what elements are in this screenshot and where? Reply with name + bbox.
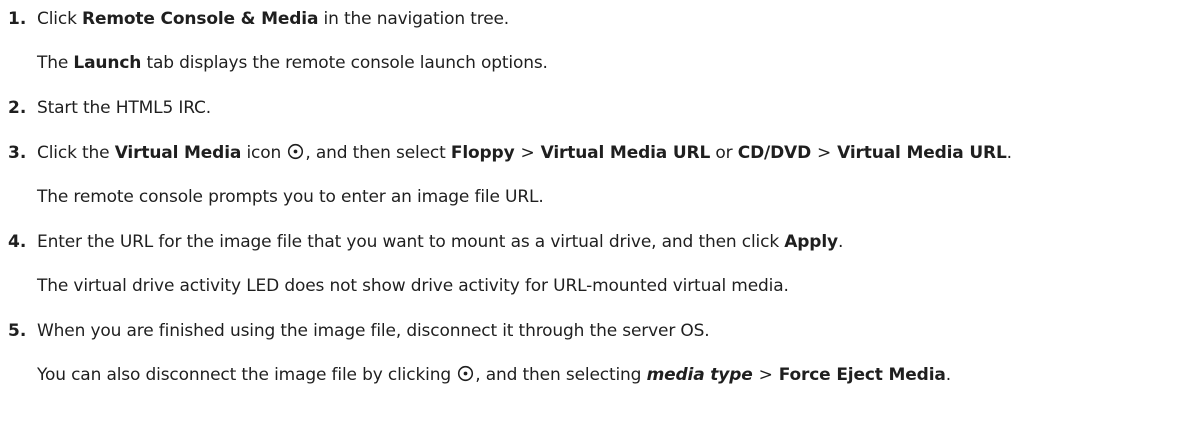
text-run: Enter the URL for the image file that yo… [37, 232, 785, 252]
ui-term-virtual-media-url: Virtual Media URL [837, 143, 1007, 163]
menu-separator: > [758, 365, 773, 385]
step-text: Enter the URL for the image file that yo… [37, 231, 843, 253]
step-note-text: You can also disconnect the image file b… [37, 364, 951, 386]
step-number: 5. [8, 321, 27, 341]
ui-term-media-type: media type [646, 365, 753, 385]
procedure-document: 1. Click Remote Console & Media in the n… [0, 0, 1193, 441]
step-text: Click the Virtual Media icon , and then … [37, 142, 1012, 164]
text-run: Click the [37, 143, 115, 163]
virtual-media-icon [288, 143, 304, 160]
text-run: , and then selecting [475, 365, 647, 385]
step-text: Start the HTML5 IRC. [37, 97, 211, 119]
ui-term-apply: Apply [784, 232, 838, 252]
text-run: . [837, 232, 844, 252]
text-run: . [945, 365, 951, 385]
text-run: , and then select [305, 143, 451, 163]
ui-term-cd-dvd: CD/DVD [737, 143, 812, 163]
ui-term-virtual-media: Virtual Media [114, 143, 242, 163]
step-number: 2. [8, 98, 27, 118]
text-run: in the navigation tree. [318, 9, 510, 29]
step-number: 4. [8, 232, 27, 252]
menu-separator: > [817, 143, 832, 163]
virtual-media-icon [458, 365, 474, 382]
text-run: Click [37, 9, 83, 29]
step-number: 3. [8, 143, 27, 163]
text-run: You can also disconnect the image file b… [37, 365, 457, 385]
ui-term-force-eject-media: Force Eject Media [778, 365, 946, 385]
ui-term-floppy: Floppy [450, 143, 515, 163]
text-run: . [1006, 143, 1012, 163]
step-note-text: The virtual drive activity LED does not … [37, 275, 789, 297]
text-run: Start the HTML5 IRC. [37, 98, 212, 118]
text-run: The virtual drive activity LED does not … [37, 276, 789, 296]
ui-term-virtual-media-url: Virtual Media URL [540, 143, 711, 163]
ui-term-remote-console-media: Remote Console & Media [82, 9, 319, 29]
text-run: When you are finished using the image fi… [37, 321, 710, 341]
step-text: When you are finished using the image fi… [37, 320, 710, 342]
ui-term-launch: Launch [73, 53, 142, 73]
step-text: Click Remote Console & Media in the navi… [37, 8, 509, 30]
step-note-text: The Launch tab displays the remote conso… [37, 52, 548, 74]
text-run: The remote console prompts you to enter … [37, 187, 544, 207]
text-run: or [710, 143, 738, 163]
step-number: 1. [8, 9, 27, 29]
step-note-text: The remote console prompts you to enter … [37, 186, 544, 208]
text-run: tab displays the remote console launch o… [141, 53, 548, 73]
menu-separator: > [520, 143, 535, 163]
text-run: icon [241, 143, 287, 163]
text-run: The [37, 53, 74, 73]
